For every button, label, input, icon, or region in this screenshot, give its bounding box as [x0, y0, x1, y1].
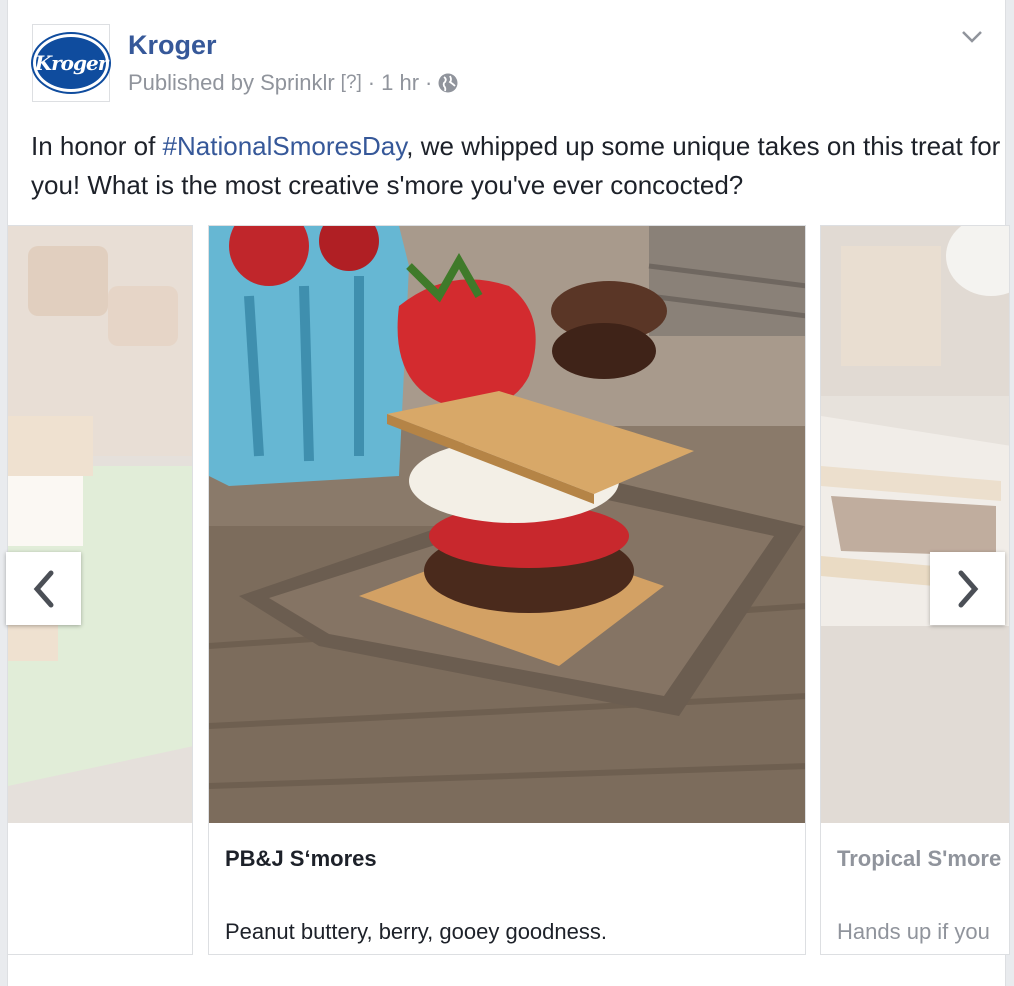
globe-icon	[438, 73, 458, 93]
help-marker-link[interactable]: [?]	[341, 72, 362, 94]
feed-post: Kroger Kroger Published by Sprinklr [?] …	[6, 0, 1010, 986]
card-image	[209, 226, 805, 823]
chevron-down-icon[interactable]	[961, 30, 983, 44]
card-image	[821, 226, 1009, 823]
card-description: Peanut buttery, berry, gooey goodness.	[225, 919, 607, 944]
post-text: In honor of #NationalSmoresDay, we whipp…	[31, 127, 1001, 205]
chevron-right-icon	[958, 570, 978, 607]
post-text-start: In honor of	[31, 131, 163, 161]
published-by-text: Published by Sprinklr	[128, 70, 335, 95]
card-title: Tropical S'more	[837, 846, 1002, 871]
carousel-prev-button[interactable]	[6, 552, 81, 625]
carousel-card-active[interactable]: PB&J S‘mores Peanut buttery, berry, gooe…	[208, 225, 806, 955]
meta-separator: ·	[367, 70, 376, 95]
post-timestamp[interactable]: 1 hr	[381, 70, 419, 96]
page-name-link[interactable]: Kroger	[128, 30, 217, 61]
chevron-left-icon	[33, 570, 53, 607]
card-description: Hands up if you	[837, 919, 990, 944]
post-meta: Published by Sprinklr [?] · 1 hr ·	[128, 70, 458, 96]
card-image	[8, 226, 192, 823]
page-avatar[interactable]: Kroger	[32, 24, 110, 102]
carousel-next-button[interactable]	[930, 552, 1005, 625]
meta-separator: ·	[425, 70, 433, 95]
kroger-logo: Kroger	[33, 34, 109, 92]
hashtag-link[interactable]: #NationalSmoresDay	[163, 131, 407, 161]
card-title: PB&J S‘mores	[225, 846, 377, 871]
